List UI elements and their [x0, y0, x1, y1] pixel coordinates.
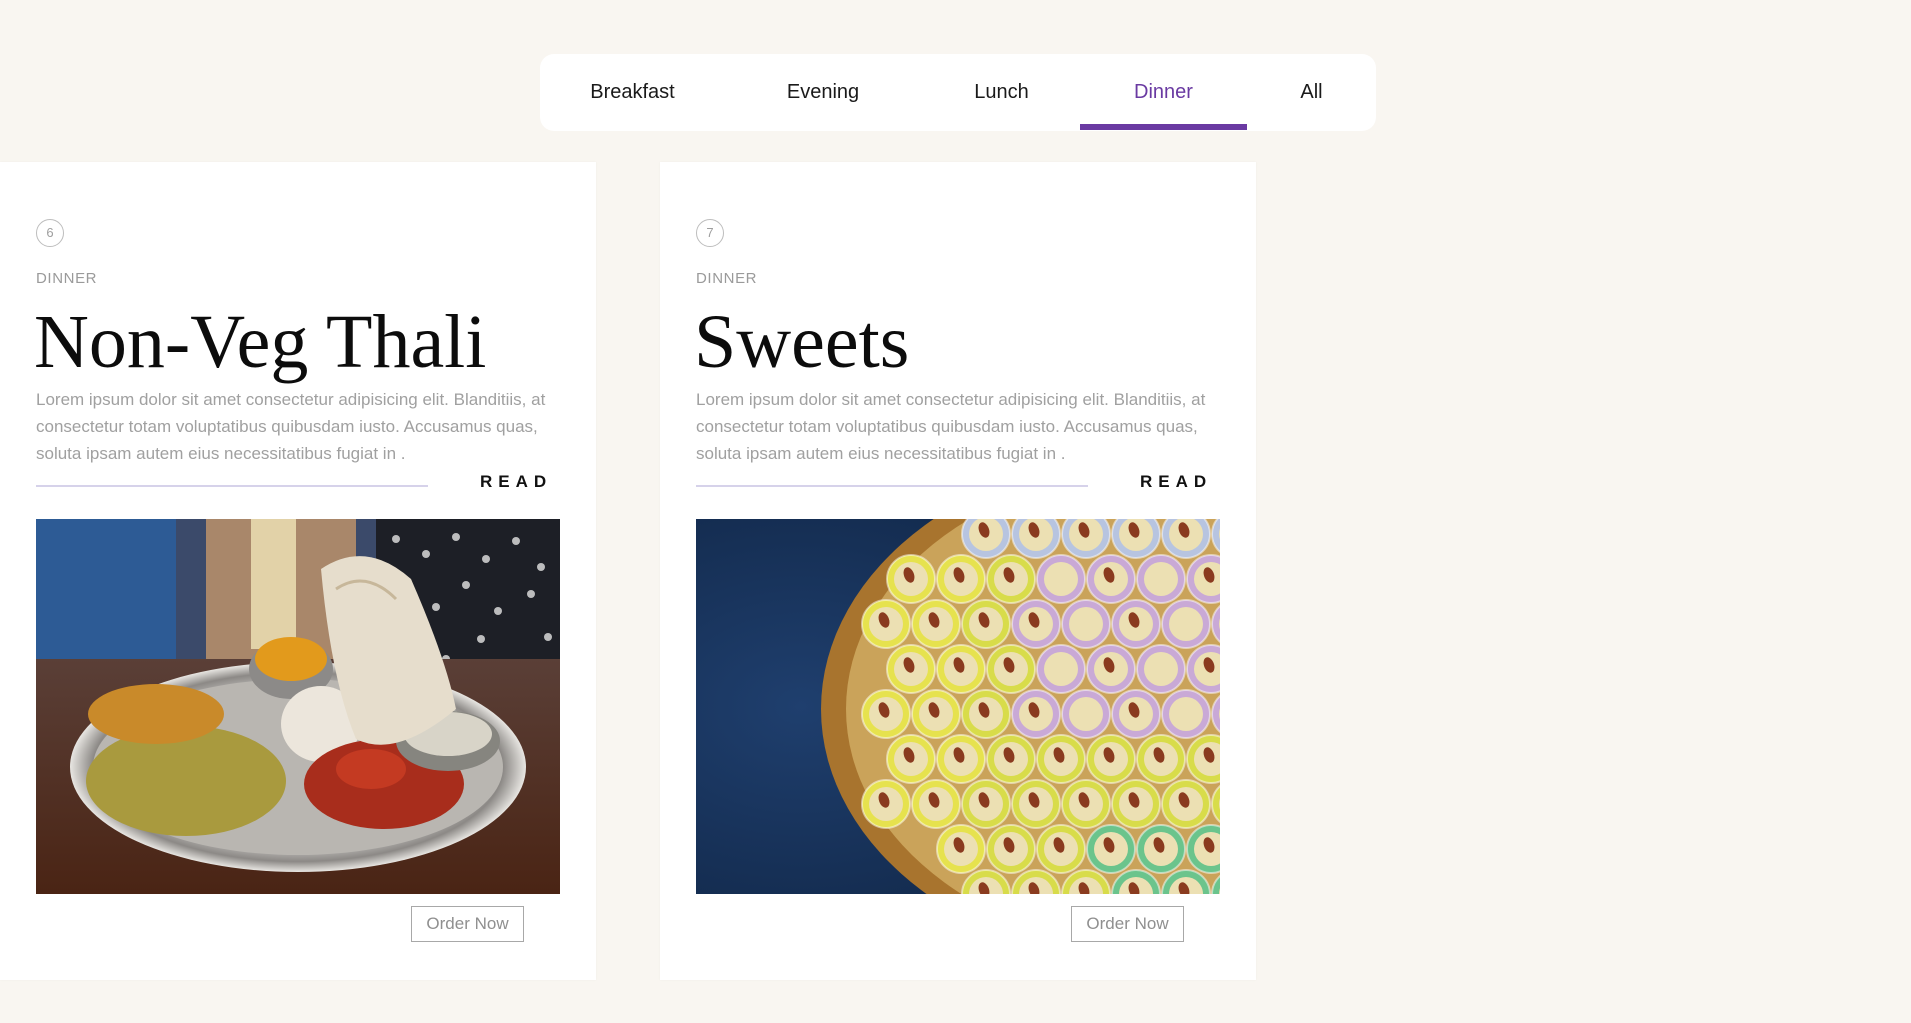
category-tab-bar: Breakfast Evening Lunch Dinner All	[540, 54, 1376, 131]
divider-line	[36, 485, 428, 487]
order-now-button[interactable]: Order Now	[1071, 906, 1184, 942]
active-tab-indicator	[1080, 124, 1247, 130]
dish-title: Non-Veg Thali	[34, 300, 487, 384]
dish-description: Lorem ipsum dolor sit amet consectetur a…	[36, 390, 546, 463]
tab-evening[interactable]: Evening	[725, 54, 921, 131]
dish-description: Lorem ipsum dolor sit amet consectetur a…	[696, 390, 1206, 463]
menu-card-non-veg-thali: 6 DINNER Non-Veg Thali Lorem ipsum dolor…	[0, 162, 596, 980]
sweets-photo	[696, 519, 1220, 894]
item-number-badge: 7	[696, 219, 724, 247]
read-link[interactable]: READ	[480, 472, 552, 492]
order-now-button[interactable]: Order Now	[411, 906, 524, 942]
non-veg-thali-photo	[36, 519, 560, 894]
dish-title: Sweets	[694, 300, 910, 384]
category-label: DINNER	[36, 270, 98, 287]
menu-card-sweets: 7 DINNER Sweets Lorem ipsum dolor sit am…	[660, 162, 1256, 980]
category-label: DINNER	[696, 270, 758, 287]
tab-lunch[interactable]: Lunch	[921, 54, 1082, 131]
item-number-badge: 6	[36, 219, 64, 247]
tab-dinner[interactable]: Dinner	[1080, 54, 1247, 131]
read-link[interactable]: READ	[1140, 472, 1212, 492]
tab-breakfast[interactable]: Breakfast	[540, 54, 725, 131]
tab-all[interactable]: All	[1247, 54, 1376, 131]
divider-line	[696, 485, 1088, 487]
